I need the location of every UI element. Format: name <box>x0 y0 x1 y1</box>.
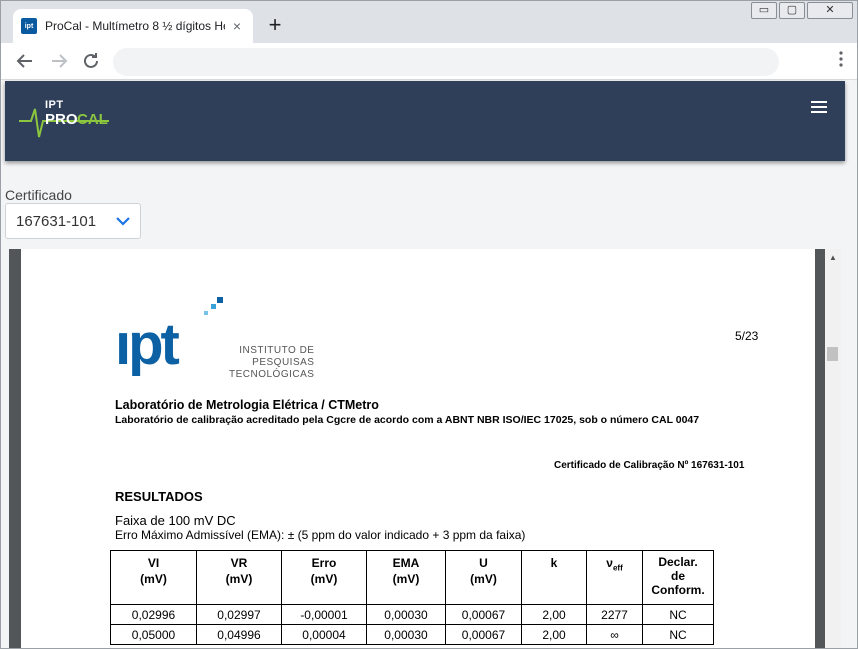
header-ema: EMA (mV) <box>366 550 446 605</box>
range-text: Faixa de 100 mV DC <box>115 513 236 528</box>
certificate-number: Certificado de Calibração Nº 167631-101 <box>554 460 745 471</box>
ema-text: Erro Máximo Admissível (EMA): ± (5 ppm d… <box>115 528 526 542</box>
table-header-row: VI (mV) VR (mV) Erro (mV) EMA (mV) U (mV) k ν… <box>110 550 714 605</box>
chevron-down-icon <box>116 213 130 229</box>
browser-tab[interactable]: ipt ProCal - Multímetro 8 ½ dígitos Hew … <box>13 9 253 43</box>
results-table: VI (mV) VR (mV) Erro (mV) EMA (mV) U (mV) k ν… <box>110 550 714 645</box>
reload-icon[interactable] <box>79 49 103 73</box>
table-row: 0,02996 0,02997 -0,00001 0,00030 0,00067 2,… <box>110 604 714 625</box>
minimize-button[interactable]: ▭ <box>751 2 777 19</box>
page-viewport: IPT PRO CAL Certificado 167631-101 ıpt I… <box>1 81 857 648</box>
header-erro: Erro (mV) <box>281 550 367 605</box>
browser-toolbar <box>1 43 857 80</box>
results-heading: RESULTADOS <box>115 489 203 504</box>
certificate-label: Certificado <box>5 187 72 203</box>
pdf-page: ıpt INSTITUTO DE PESQUISAS TECNOLÓGICAS … <box>21 249 815 648</box>
certificate-value: 167631-101 <box>16 212 97 230</box>
procal-logo[interactable]: IPT PRO CAL <box>19 91 109 151</box>
ipt-logo-text: ıpt <box>115 312 180 377</box>
tab-bar: ipt ProCal - Multímetro 8 ½ dígitos Hew … <box>1 1 857 43</box>
close-window-button[interactable]: ✕ <box>807 2 853 19</box>
pdf-viewer[interactable]: ıpt INSTITUTO DE PESQUISAS TECNOLÓGICAS … <box>9 249 825 648</box>
header-veff: νeff <box>586 550 643 605</box>
header-vr: VR (mV) <box>196 550 282 605</box>
forward-icon[interactable] <box>47 49 71 73</box>
tab-title: ProCal - Multímetro 8 ½ dígitos Hew <box>45 19 225 33</box>
page-number: 5/23 <box>735 329 759 343</box>
window-controls: ▭ ▢ ✕ <box>751 2 853 19</box>
hamburger-menu-icon[interactable] <box>811 101 827 116</box>
logo-cal-text: CAL <box>77 111 108 128</box>
scroll-up-icon[interactable]: ▲ <box>829 253 837 262</box>
header-u: U (mV) <box>445 550 522 605</box>
header-k: k <box>521 550 587 605</box>
favicon-icon: ipt <box>21 18 37 34</box>
logo-pro-text: PRO <box>45 111 78 128</box>
back-icon[interactable] <box>13 49 37 73</box>
browser-menu-icon[interactable] <box>839 51 843 73</box>
lab-title: Laboratório de Metrologia Elétrica / CTM… <box>115 398 379 412</box>
scrollbar-thumb[interactable] <box>827 347 838 361</box>
ipt-institution-name: INSTITUTO DE PESQUISAS TECNOLÓGICAS <box>229 345 315 380</box>
app-header: IPT PRO CAL <box>5 81 845 161</box>
restore-button[interactable]: ▢ <box>779 2 805 19</box>
address-bar[interactable] <box>113 48 779 76</box>
new-tab-button[interactable]: + <box>263 13 287 37</box>
browser-window: ipt ProCal - Multímetro 8 ½ dígitos Hew … <box>0 0 858 649</box>
certificate-select[interactable]: 167631-101 <box>5 203 141 239</box>
header-declaration: Declar. de Conform. <box>642 550 714 605</box>
close-tab-icon[interactable]: × <box>229 18 245 34</box>
logo-ipt-text: IPT <box>45 99 64 111</box>
table-row: 0,05000 0,04996 0,00004 0,00030 0,00067 2,0… <box>110 624 714 645</box>
header-vi: VI (mV) <box>110 550 197 605</box>
vertical-scrollbar[interactable]: ▲ <box>825 249 841 648</box>
lab-subtitle: Laboratório de calibração acreditado pel… <box>115 414 700 426</box>
